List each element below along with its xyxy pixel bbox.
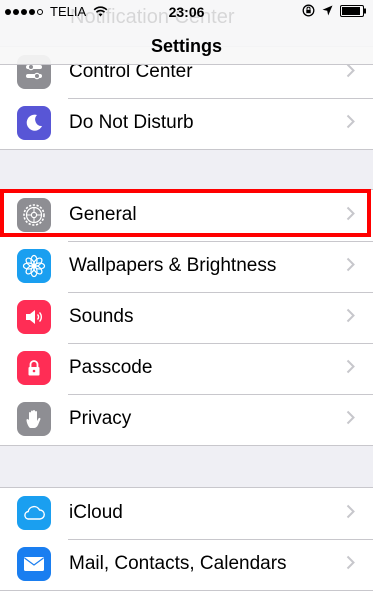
settings-row-do-not-disturb[interactable]: Do Not Disturb — [0, 98, 373, 149]
status-right — [302, 4, 367, 17]
settings-group-3: iCloud Mail, Contacts, Calendars — [0, 487, 373, 591]
status-bar: TELIA 23:06 — [0, 0, 373, 22]
row-label: Mail, Contacts, Calendars — [69, 553, 287, 574]
location-arrow-icon — [322, 5, 333, 16]
chevron-right-icon — [346, 504, 355, 519]
battery-icon — [340, 4, 366, 17]
row-label: Privacy — [69, 408, 132, 429]
rotation-lock-icon — [302, 4, 315, 17]
settings-row-privacy[interactable]: Privacy — [0, 394, 373, 445]
row-label: iCloud — [69, 502, 123, 523]
chevron-right-icon — [346, 359, 355, 374]
chevron-right-icon — [346, 308, 355, 323]
lock-icon — [17, 351, 51, 385]
row-label: Passcode — [69, 357, 153, 378]
chevron-right-icon — [346, 63, 355, 78]
row-label: Do Not Disturb — [69, 112, 194, 133]
chevron-right-icon — [346, 257, 355, 272]
chevron-right-icon — [346, 410, 355, 425]
settings-group-2: General Wallpapers & Brightness Sounds P… — [0, 189, 373, 446]
gear-icon — [17, 198, 51, 232]
chevron-right-icon — [346, 206, 355, 221]
mail-icon — [17, 547, 51, 581]
chevron-right-icon — [346, 114, 355, 129]
settings-row-icloud[interactable]: iCloud — [0, 488, 373, 539]
row-label: General — [69, 204, 137, 225]
flower-icon — [17, 249, 51, 283]
chevron-right-icon — [346, 555, 355, 570]
cloud-icon — [17, 496, 51, 530]
settings-row-passcode[interactable]: Passcode — [0, 343, 373, 394]
moon-icon — [17, 106, 51, 140]
speaker-icon — [17, 300, 51, 334]
settings-row-sounds[interactable]: Sounds — [0, 292, 373, 343]
row-label: Sounds — [69, 306, 134, 327]
hand-icon — [17, 402, 51, 436]
settings-row-general[interactable]: General — [0, 190, 373, 241]
settings-row-wallpapers-brightness[interactable]: Wallpapers & Brightness — [0, 241, 373, 292]
row-label: Wallpapers & Brightness — [69, 255, 277, 276]
page-title: Settings — [150, 36, 222, 56]
settings-row-mail-contacts-calendars[interactable]: Mail, Contacts, Calendars — [0, 539, 373, 590]
